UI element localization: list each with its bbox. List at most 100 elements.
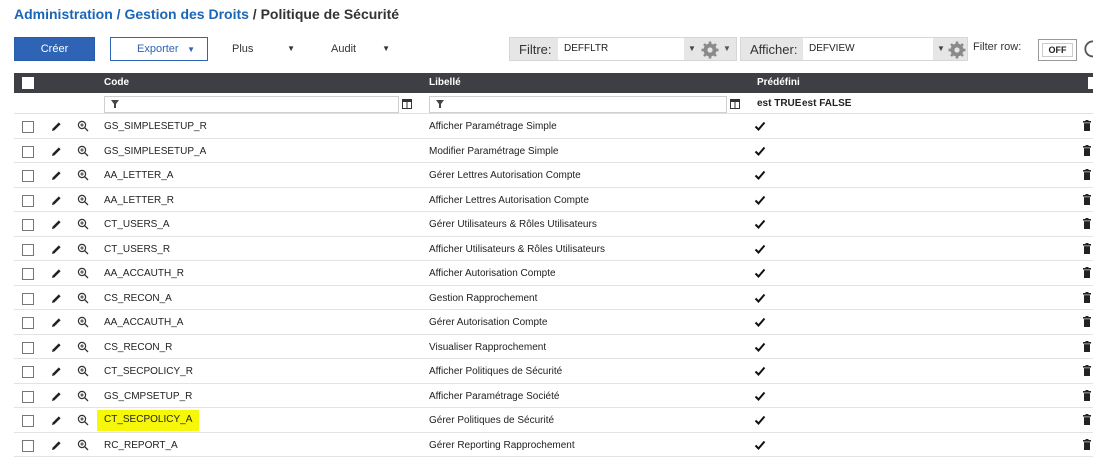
table-row[interactable]: CS_RECON_R Visualiser Rapprochement [14, 335, 1093, 359]
trash-icon[interactable] [1083, 389, 1091, 401]
save-icon[interactable] [1088, 77, 1093, 89]
refresh-icon[interactable] [1083, 39, 1093, 59]
row-checkbox[interactable] [22, 317, 34, 329]
table-row[interactable]: AA_ACCAUTH_A Gérer Autorisation Compte [14, 310, 1093, 335]
zoom-in-icon[interactable] [77, 414, 89, 426]
zoom-in-icon[interactable] [77, 218, 89, 230]
zoom-in-icon[interactable] [77, 243, 89, 255]
table-row[interactable]: CT_USERS_A Gérer Utilisateurs & Rôles Uti… [14, 212, 1093, 237]
row-checkbox[interactable] [22, 170, 34, 182]
row-checkbox[interactable] [22, 145, 34, 158]
trash-icon[interactable] [1083, 267, 1091, 278]
table-row[interactable]: RC_REPORT_A Gérer Reporting Rapprochement [14, 433, 1093, 457]
column-options-icon[interactable] [402, 99, 412, 109]
trash-icon[interactable] [1083, 218, 1091, 229]
gear-icon[interactable] [947, 40, 967, 60]
breadcrumb-gestion-droits-link[interactable]: Gestion des Droits [124, 6, 248, 22]
table-row[interactable]: GS_SIMPLESETUP_R Afficher Paramétrage Sim… [14, 114, 1093, 139]
row-checkbox[interactable] [22, 292, 34, 305]
select-all-checkbox[interactable] [22, 77, 34, 89]
row-checkbox[interactable] [22, 268, 34, 280]
pencil-icon[interactable] [51, 391, 62, 402]
filter-row-toggle[interactable]: OFF [1038, 39, 1077, 61]
trash-icon[interactable] [1083, 365, 1091, 376]
breadcrumb-administration-link[interactable]: Administration [14, 6, 113, 22]
table-row[interactable]: AA_LETTER_R Afficher Lettres Autorisation… [14, 188, 1093, 212]
table-row[interactable]: AA_LETTER_A Gérer Lettres Autorisation Co… [14, 163, 1093, 188]
row-checkbox[interactable] [22, 415, 34, 427]
zoom-in-icon[interactable] [77, 120, 89, 132]
caret-down-icon[interactable]: ▼ [723, 44, 731, 53]
column-header-libelle[interactable]: Libellé [429, 77, 461, 88]
row-checkbox[interactable] [22, 194, 34, 207]
trash-icon[interactable] [1083, 414, 1091, 425]
pencil-icon[interactable] [51, 366, 62, 377]
pencil-icon[interactable] [51, 170, 62, 181]
plus-menu-button[interactable]: Plus ▼ [214, 37, 309, 61]
table-row[interactable]: CT_SECPOLICY_A Gérer Politiques de Sécuri… [14, 408, 1093, 433]
table-row[interactable]: GS_SIMPLESETUP_A Modifier Paramétrage Sim… [14, 139, 1093, 163]
row-checkbox[interactable] [22, 439, 34, 452]
row-checkbox[interactable] [22, 219, 34, 231]
create-button[interactable]: Créer [14, 37, 95, 61]
view-select[interactable]: DEFVIEW [803, 38, 933, 60]
row-checkbox[interactable] [22, 243, 34, 256]
trash-icon[interactable] [1083, 144, 1091, 156]
trash-icon[interactable] [1083, 120, 1091, 131]
zoom-in-icon[interactable] [77, 439, 89, 451]
caret-down-icon[interactable]: ▼ [937, 44, 945, 53]
zoom-in-icon[interactable] [77, 194, 89, 206]
filter-est-false[interactable]: est FALSE [802, 98, 851, 109]
trash-icon[interactable] [1083, 316, 1091, 327]
zoom-in-icon[interactable] [77, 390, 89, 402]
pencil-icon[interactable] [51, 293, 62, 304]
code-filter-input[interactable] [104, 96, 399, 113]
zoom-in-icon[interactable] [77, 365, 89, 377]
zoom-in-icon[interactable] [77, 267, 89, 279]
zoom-in-icon[interactable] [77, 169, 89, 181]
column-header-predefini[interactable]: Prédéfini [757, 77, 800, 88]
pencil-icon[interactable] [51, 219, 62, 230]
trash-icon[interactable] [1083, 169, 1091, 180]
table-row[interactable]: CT_USERS_R Afficher Utilisateurs & Rôles … [14, 237, 1093, 261]
libelle-filter-input[interactable] [429, 96, 727, 113]
pencil-icon[interactable] [51, 121, 62, 132]
row-code: CS_RECON_R [104, 341, 173, 353]
pencil-icon[interactable] [51, 317, 62, 328]
filter-select[interactable]: DEFFLTR [558, 38, 684, 60]
breadcrumb-separator: / [248, 6, 261, 22]
row-code: AA_LETTER_A [104, 170, 174, 181]
table-row[interactable]: AA_ACCAUTH_R Afficher Autorisation Compte [14, 261, 1093, 286]
zoom-in-icon[interactable] [77, 145, 89, 157]
table-row[interactable]: CS_RECON_A Gestion Rapprochement [14, 286, 1093, 310]
pencil-icon[interactable] [51, 440, 62, 451]
pencil-icon[interactable] [51, 268, 62, 279]
pencil-icon[interactable] [51, 146, 62, 157]
caret-down-icon: ▼ [287, 44, 295, 53]
column-options-icon[interactable] [730, 99, 740, 109]
pencil-icon[interactable] [51, 195, 62, 206]
zoom-in-icon[interactable] [77, 292, 89, 304]
row-checkbox[interactable] [22, 121, 34, 133]
table-row[interactable]: CT_SECPOLICY_R Afficher Politiques de Séc… [14, 359, 1093, 384]
zoom-in-icon[interactable] [77, 316, 89, 328]
audit-menu-button[interactable]: Audit ▼ [314, 37, 398, 61]
pencil-icon[interactable] [51, 415, 62, 426]
caret-down-icon[interactable]: ▼ [688, 44, 696, 53]
table-row[interactable]: GS_CMPSETUP_R Afficher Paramétrage Sociét… [14, 384, 1093, 408]
pencil-icon[interactable] [51, 342, 62, 353]
row-checkbox[interactable] [22, 390, 34, 403]
trash-icon[interactable] [1083, 340, 1091, 352]
filter-est-true[interactable]: est TRUE [757, 98, 801, 109]
export-button[interactable]: Exporter ▼ [110, 37, 208, 61]
row-checkbox[interactable] [22, 366, 34, 378]
zoom-in-icon[interactable] [77, 341, 89, 353]
trash-icon[interactable] [1083, 438, 1091, 450]
gear-icon[interactable] [700, 40, 720, 60]
trash-icon[interactable] [1083, 291, 1091, 303]
row-checkbox[interactable] [22, 341, 34, 354]
pencil-icon[interactable] [51, 244, 62, 255]
trash-icon[interactable] [1083, 193, 1091, 205]
trash-icon[interactable] [1083, 242, 1091, 254]
column-header-code[interactable]: Code [104, 77, 129, 88]
